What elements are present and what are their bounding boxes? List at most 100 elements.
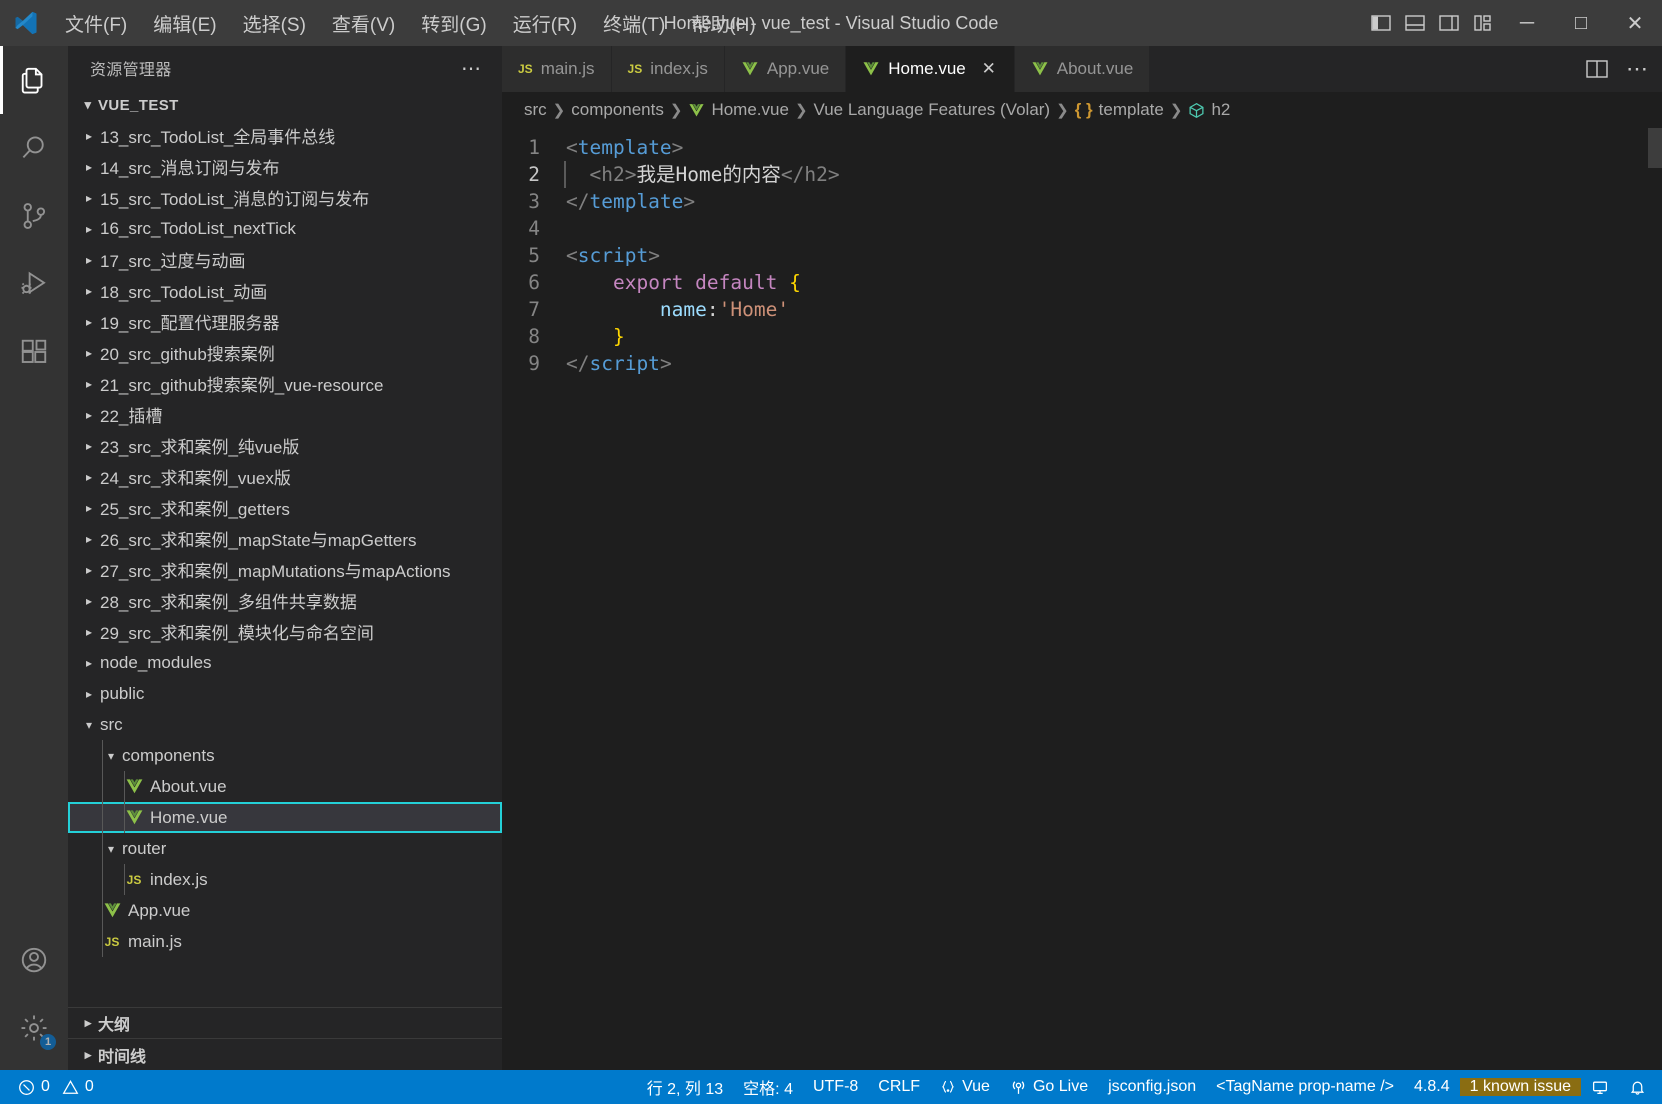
breadcrumb-item[interactable]: src bbox=[524, 100, 547, 120]
code-line[interactable]: 6 export default { bbox=[502, 269, 1662, 296]
status-language-mode[interactable]: Vue bbox=[930, 1078, 1000, 1096]
code-line[interactable]: 7 name:'Home' bbox=[502, 296, 1662, 323]
activity-settings[interactable]: 1 bbox=[0, 994, 68, 1062]
editor-tab[interactable]: JS index.js bbox=[611, 46, 725, 92]
tree-row[interactable]: ▸ 17_src_过度与动画 bbox=[68, 244, 502, 275]
breadcrumb-item[interactable]: { } template bbox=[1075, 100, 1164, 120]
status-known-issue[interactable]: 1 known issue bbox=[1459, 1078, 1581, 1096]
status-cursor-position[interactable]: 行 2, 列 13 bbox=[637, 1075, 733, 1099]
chevron-down-icon[interactable]: ▾ bbox=[100, 842, 122, 856]
menu-file[interactable]: 文件(F) bbox=[52, 6, 140, 41]
tree-row[interactable]: ▸ 21_src_github搜索案例_vue-resource bbox=[68, 368, 502, 399]
status-version[interactable]: 4.8.4 bbox=[1404, 1078, 1460, 1096]
chevron-right-icon[interactable]: ▸ bbox=[78, 346, 100, 360]
tree-row[interactable]: ▸ 18_src_TodoList_动画 bbox=[68, 275, 502, 306]
tree-row[interactable]: ▸ 29_src_求和案例_模块化与命名空间 bbox=[68, 616, 502, 647]
tree-row[interactable]: ▾ src bbox=[68, 709, 502, 740]
split-editor-icon[interactable] bbox=[1586, 59, 1608, 79]
editor-tab[interactable]: About.vue bbox=[1014, 46, 1151, 92]
chevron-right-icon[interactable]: ▸ bbox=[78, 532, 100, 546]
chevron-right-icon[interactable]: ▸ bbox=[78, 408, 100, 422]
menu-bar[interactable]: 文件(F) 编辑(E) 选择(S) 查看(V) 转到(G) 运行(R) 终端(T… bbox=[52, 6, 769, 41]
editor-tab[interactable]: Home.vue ✕ bbox=[846, 46, 1015, 92]
breadcrumb-item[interactable]: Home.vue bbox=[688, 100, 789, 120]
menu-help[interactable]: 帮助(H) bbox=[678, 6, 768, 41]
chevron-right-icon[interactable]: ▸ bbox=[78, 625, 100, 639]
chevron-right-icon[interactable]: ▸ bbox=[78, 594, 100, 608]
chevron-right-icon[interactable]: ▸ bbox=[78, 160, 100, 174]
tree-row[interactable]: ▸ 26_src_求和案例_mapState与mapGetters bbox=[68, 523, 502, 554]
tree-row[interactable]: ▾ router bbox=[68, 833, 502, 864]
toggle-secondary-sidebar-icon[interactable] bbox=[1432, 0, 1466, 46]
status-tagname[interactable]: <TagName prop-name /> bbox=[1206, 1078, 1404, 1096]
code-line[interactable]: 8 } bbox=[502, 323, 1662, 350]
tree-row-selected[interactable]: Home.vue bbox=[68, 802, 502, 833]
chevron-right-icon[interactable]: ▸ bbox=[78, 563, 100, 577]
ellipsis-icon[interactable]: ⋯ bbox=[461, 56, 482, 81]
code-line[interactable]: 9 </script> bbox=[502, 350, 1662, 377]
activity-run-debug[interactable] bbox=[0, 250, 68, 318]
tree-row[interactable]: ▸ 24_src_求和案例_vuex版 bbox=[68, 461, 502, 492]
menu-terminal[interactable]: 终端(T) bbox=[590, 6, 678, 41]
chevron-right-icon[interactable]: ▸ bbox=[78, 656, 100, 670]
chevron-right-icon[interactable]: ▸ bbox=[78, 253, 100, 267]
code-line[interactable]: 4 bbox=[502, 215, 1662, 242]
window-maximize-button[interactable]: □ bbox=[1554, 0, 1608, 46]
file-tree[interactable]: ▸ 13_src_TodoList_全局事件总线 ▸ 14_src_消息订阅与发布 ▸ 1… bbox=[68, 120, 502, 1007]
activity-search[interactable] bbox=[0, 114, 68, 182]
tree-row[interactable]: ▸ 15_src_TodoList_消息的订阅与发布 bbox=[68, 182, 502, 213]
status-indentation[interactable]: 空格: 4 bbox=[733, 1075, 803, 1099]
tree-row[interactable]: App.vue bbox=[68, 895, 502, 926]
editor-vertical-scrollbar[interactable] bbox=[1648, 128, 1662, 1070]
menu-edit[interactable]: 编辑(E) bbox=[140, 6, 229, 41]
menu-run[interactable]: 运行(R) bbox=[500, 6, 590, 41]
status-errors-warnings[interactable]: 0 0 bbox=[8, 1078, 104, 1096]
activity-source-control[interactable] bbox=[0, 182, 68, 250]
tree-row[interactable]: ▸ 16_src_TodoList_nextTick bbox=[68, 213, 502, 244]
breadcrumb-item[interactable]: Vue Language Features (Volar) bbox=[814, 100, 1051, 120]
menu-view[interactable]: 查看(V) bbox=[319, 6, 408, 41]
chevron-right-icon[interactable]: ▸ bbox=[78, 439, 100, 453]
menu-selection[interactable]: 选择(S) bbox=[230, 6, 319, 41]
chevron-right-icon[interactable]: ▸ bbox=[78, 501, 100, 515]
activity-extensions[interactable] bbox=[0, 318, 68, 386]
activity-accounts[interactable] bbox=[0, 926, 68, 994]
tree-row[interactable]: ▸ 14_src_消息订阅与发布 bbox=[68, 151, 502, 182]
code-editor[interactable]: 1 <template> 2 <h2>我是Home的内容</h2> 3 </templa… bbox=[502, 128, 1662, 1070]
tree-row[interactable]: ▸ 27_src_求和案例_mapMutations与mapActions bbox=[68, 554, 502, 585]
editor-more-actions-icon[interactable]: ⋯ bbox=[1626, 58, 1648, 80]
scrollbar-thumb[interactable] bbox=[1648, 128, 1662, 168]
code-line[interactable]: 1 <template> bbox=[502, 134, 1662, 161]
status-remote-host[interactable] bbox=[1581, 1079, 1619, 1096]
status-eol[interactable]: CRLF bbox=[868, 1078, 930, 1096]
code-line[interactable]: 5 <script> bbox=[502, 242, 1662, 269]
code-content[interactable]: 1 <template> 2 <h2>我是Home的内容</h2> 3 </templa… bbox=[502, 128, 1662, 1070]
tree-row[interactable]: ▾ components bbox=[68, 740, 502, 771]
menu-go[interactable]: 转到(G) bbox=[408, 6, 499, 41]
chevron-right-icon[interactable]: ▸ bbox=[78, 687, 100, 701]
tree-row[interactable]: ▸ 22_插槽 bbox=[68, 399, 502, 430]
code-line[interactable]: 2 <h2>我是Home的内容</h2> bbox=[502, 161, 1662, 188]
activity-explorer[interactable] bbox=[0, 46, 68, 114]
toggle-primary-sidebar-icon[interactable] bbox=[1364, 0, 1398, 46]
code-line[interactable]: 3 </template> bbox=[502, 188, 1662, 215]
tree-row[interactable]: ▸ 19_src_配置代理服务器 bbox=[68, 306, 502, 337]
chevron-right-icon[interactable]: ▸ bbox=[78, 284, 100, 298]
tab-close-icon[interactable]: ✕ bbox=[980, 59, 998, 79]
editor-tab[interactable]: JS main.js bbox=[502, 46, 612, 92]
chevron-right-icon[interactable]: ▸ bbox=[78, 315, 100, 329]
tree-row[interactable]: ▸ 25_src_求和案例_getters bbox=[68, 492, 502, 523]
chevron-down-icon[interactable]: ▾ bbox=[100, 749, 122, 763]
chevron-right-icon[interactable]: ▸ bbox=[78, 377, 100, 391]
section-timeline[interactable]: ▸ 时间线 bbox=[68, 1039, 502, 1070]
window-minimize-button[interactable]: ─ bbox=[1500, 0, 1554, 46]
toggle-panel-icon[interactable] bbox=[1398, 0, 1432, 46]
breadcrumb-item[interactable]: components bbox=[571, 100, 664, 120]
tree-row[interactable]: ▸ 28_src_求和案例_多组件共享数据 bbox=[68, 585, 502, 616]
chevron-right-icon[interactable]: ▸ bbox=[78, 222, 100, 236]
breadcrumb[interactable]: src ❯ components ❯ Home.vue ❯ Vue Language Fea… bbox=[502, 92, 1662, 128]
tree-row[interactable]: JS main.js bbox=[68, 926, 502, 957]
status-encoding[interactable]: UTF-8 bbox=[803, 1078, 868, 1096]
window-close-button[interactable]: ✕ bbox=[1608, 0, 1662, 46]
status-notifications[interactable] bbox=[1619, 1079, 1656, 1096]
